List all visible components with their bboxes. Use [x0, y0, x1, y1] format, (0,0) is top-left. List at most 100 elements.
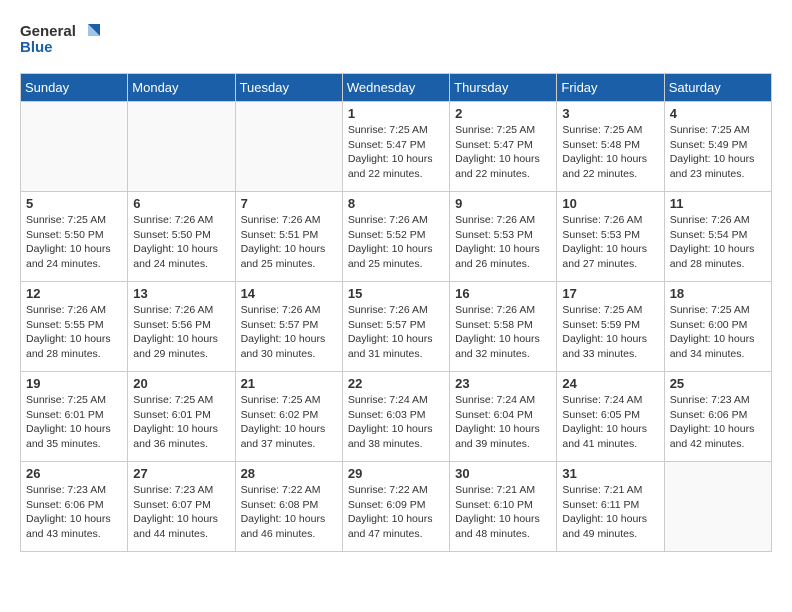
day-info: Sunrise: 7:22 AMSunset: 6:09 PMDaylight:… — [348, 483, 444, 542]
calendar-cell — [235, 102, 342, 192]
day-number: 19 — [26, 376, 122, 391]
day-info: Sunrise: 7:23 AMSunset: 6:07 PMDaylight:… — [133, 483, 229, 542]
day-info: Sunrise: 7:25 AMSunset: 6:02 PMDaylight:… — [241, 393, 337, 452]
day-info: Sunrise: 7:26 AMSunset: 5:51 PMDaylight:… — [241, 213, 337, 272]
logo: General Blue — [20, 16, 110, 61]
day-number: 22 — [348, 376, 444, 391]
day-number: 13 — [133, 286, 229, 301]
weekday-header-wednesday: Wednesday — [342, 74, 449, 102]
calendar-cell: 28 Sunrise: 7:22 AMSunset: 6:08 PMDayligh… — [235, 462, 342, 552]
day-number: 8 — [348, 196, 444, 211]
weekday-header-sunday: Sunday — [21, 74, 128, 102]
calendar-cell: 14Sunrise: 7:26 AMSunset: 5:57 PMDayligh… — [235, 282, 342, 372]
calendar-cell: 10Sunrise: 7:26 AMSunset: 5:53 PMDayligh… — [557, 192, 664, 282]
day-number: 7 — [241, 196, 337, 211]
calendar-cell: 25 Sunrise: 7:23 AMSunset: 6:06 PMDayligh… — [664, 372, 771, 462]
calendar-container: General Blue SundayMondayTuesdayWednesda… — [0, 0, 792, 568]
week-row-1: 1 Sunrise: 7:25 AMSunset: 5:47 PMDaylight… — [21, 102, 772, 192]
svg-text:Blue: Blue — [20, 39, 53, 56]
calendar-cell: 6 Sunrise: 7:26 AMSunset: 5:50 PMDaylight… — [128, 192, 235, 282]
calendar-cell: 27 Sunrise: 7:23 AMSunset: 6:07 PMDayligh… — [128, 462, 235, 552]
logo-text: General Blue — [20, 16, 110, 61]
day-number: 28 — [241, 466, 337, 481]
calendar-table: SundayMondayTuesdayWednesdayThursdayFrid… — [20, 73, 772, 552]
day-info: Sunrise: 7:24 AMSunset: 6:05 PMDaylight:… — [562, 393, 658, 452]
calendar-cell: 3 Sunrise: 7:25 AMSunset: 5:48 PMDaylight… — [557, 102, 664, 192]
calendar-cell: 18 Sunrise: 7:25 AMSunset: 6:00 PMDayligh… — [664, 282, 771, 372]
day-info: Sunrise: 7:23 AMSunset: 6:06 PMDaylight:… — [26, 483, 122, 542]
calendar-cell: 12Sunrise: 7:26 AMSunset: 5:55 PMDayligh… — [21, 282, 128, 372]
day-info: Sunrise: 7:26 AMSunset: 5:53 PMDaylight:… — [455, 213, 551, 272]
week-row-4: 19 Sunrise: 7:25 AMSunset: 6:01 PMDayligh… — [21, 372, 772, 462]
weekday-header-saturday: Saturday — [664, 74, 771, 102]
day-number: 3 — [562, 106, 658, 121]
calendar-cell: 16Sunrise: 7:26 AMSunset: 5:58 PMDayligh… — [450, 282, 557, 372]
calendar-cell: 23Sunrise: 7:24 AMSunset: 6:04 PMDayligh… — [450, 372, 557, 462]
day-info: Sunrise: 7:25 AMSunset: 5:48 PMDaylight:… — [562, 123, 658, 182]
calendar-cell: 2 Sunrise: 7:25 AMSunset: 5:47 PMDaylight… — [450, 102, 557, 192]
day-info: Sunrise: 7:26 AMSunset: 5:56 PMDaylight:… — [133, 303, 229, 362]
calendar-cell: 17 Sunrise: 7:25 AMSunset: 5:59 PMDayligh… — [557, 282, 664, 372]
calendar-cell: 13 Sunrise: 7:26 AMSunset: 5:56 PMDayligh… — [128, 282, 235, 372]
day-number: 15 — [348, 286, 444, 301]
day-info: Sunrise: 7:25 AMSunset: 6:00 PMDaylight:… — [670, 303, 766, 362]
day-number: 10 — [562, 196, 658, 211]
day-number: 20 — [133, 376, 229, 391]
day-number: 6 — [133, 196, 229, 211]
calendar-cell: 21 Sunrise: 7:25 AMSunset: 6:02 PMDayligh… — [235, 372, 342, 462]
calendar-cell: 11Sunrise: 7:26 AMSunset: 5:54 PMDayligh… — [664, 192, 771, 282]
day-info: Sunrise: 7:23 AMSunset: 6:06 PMDaylight:… — [670, 393, 766, 452]
calendar-cell: 30Sunrise: 7:21 AMSunset: 6:10 PMDayligh… — [450, 462, 557, 552]
day-info: Sunrise: 7:25 AMSunset: 6:01 PMDaylight:… — [26, 393, 122, 452]
calendar-cell — [128, 102, 235, 192]
day-number: 2 — [455, 106, 551, 121]
day-info: Sunrise: 7:22 AMSunset: 6:08 PMDaylight:… — [241, 483, 337, 542]
day-number: 12 — [26, 286, 122, 301]
calendar-cell: 26 Sunrise: 7:23 AMSunset: 6:06 PMDayligh… — [21, 462, 128, 552]
day-number: 26 — [26, 466, 122, 481]
day-number: 18 — [670, 286, 766, 301]
weekday-header-tuesday: Tuesday — [235, 74, 342, 102]
day-info: Sunrise: 7:25 AMSunset: 5:50 PMDaylight:… — [26, 213, 122, 272]
day-number: 17 — [562, 286, 658, 301]
header: General Blue — [20, 16, 772, 61]
svg-text:General: General — [20, 23, 76, 40]
day-info: Sunrise: 7:24 AMSunset: 6:04 PMDaylight:… — [455, 393, 551, 452]
day-info: Sunrise: 7:26 AMSunset: 5:52 PMDaylight:… — [348, 213, 444, 272]
day-number: 21 — [241, 376, 337, 391]
calendar-cell: 15Sunrise: 7:26 AMSunset: 5:57 PMDayligh… — [342, 282, 449, 372]
calendar-cell: 8 Sunrise: 7:26 AMSunset: 5:52 PMDaylight… — [342, 192, 449, 282]
day-number: 27 — [133, 466, 229, 481]
day-number: 24 — [562, 376, 658, 391]
calendar-cell: 9 Sunrise: 7:26 AMSunset: 5:53 PMDaylight… — [450, 192, 557, 282]
day-number: 5 — [26, 196, 122, 211]
day-number: 30 — [455, 466, 551, 481]
day-info: Sunrise: 7:25 AMSunset: 5:59 PMDaylight:… — [562, 303, 658, 362]
calendar-cell: 5 Sunrise: 7:25 AMSunset: 5:50 PMDaylight… — [21, 192, 128, 282]
day-info: Sunrise: 7:26 AMSunset: 5:57 PMDaylight:… — [241, 303, 337, 362]
day-number: 1 — [348, 106, 444, 121]
day-number: 4 — [670, 106, 766, 121]
day-info: Sunrise: 7:25 AMSunset: 5:47 PMDaylight:… — [455, 123, 551, 182]
day-info: Sunrise: 7:21 AMSunset: 6:11 PMDaylight:… — [562, 483, 658, 542]
day-info: Sunrise: 7:25 AMSunset: 5:47 PMDaylight:… — [348, 123, 444, 182]
weekday-header-friday: Friday — [557, 74, 664, 102]
calendar-cell: 19 Sunrise: 7:25 AMSunset: 6:01 PMDayligh… — [21, 372, 128, 462]
calendar-cell: 22Sunrise: 7:24 AMSunset: 6:03 PMDayligh… — [342, 372, 449, 462]
calendar-cell: 29Sunrise: 7:22 AMSunset: 6:09 PMDayligh… — [342, 462, 449, 552]
day-number: 9 — [455, 196, 551, 211]
calendar-cell — [21, 102, 128, 192]
calendar-cell: 7 Sunrise: 7:26 AMSunset: 5:51 PMDaylight… — [235, 192, 342, 282]
calendar-cell: 4Sunrise: 7:25 AMSunset: 5:49 PMDaylight… — [664, 102, 771, 192]
weekday-header-monday: Monday — [128, 74, 235, 102]
week-row-3: 12Sunrise: 7:26 AMSunset: 5:55 PMDayligh… — [21, 282, 772, 372]
calendar-cell: 1 Sunrise: 7:25 AMSunset: 5:47 PMDaylight… — [342, 102, 449, 192]
calendar-cell — [664, 462, 771, 552]
weekday-header-row: SundayMondayTuesdayWednesdayThursdayFrid… — [21, 74, 772, 102]
day-number: 25 — [670, 376, 766, 391]
weekday-header-thursday: Thursday — [450, 74, 557, 102]
day-info: Sunrise: 7:26 AMSunset: 5:50 PMDaylight:… — [133, 213, 229, 272]
day-info: Sunrise: 7:25 AMSunset: 6:01 PMDaylight:… — [133, 393, 229, 452]
calendar-cell: 24 Sunrise: 7:24 AMSunset: 6:05 PMDayligh… — [557, 372, 664, 462]
calendar-cell: 31Sunrise: 7:21 AMSunset: 6:11 PMDayligh… — [557, 462, 664, 552]
